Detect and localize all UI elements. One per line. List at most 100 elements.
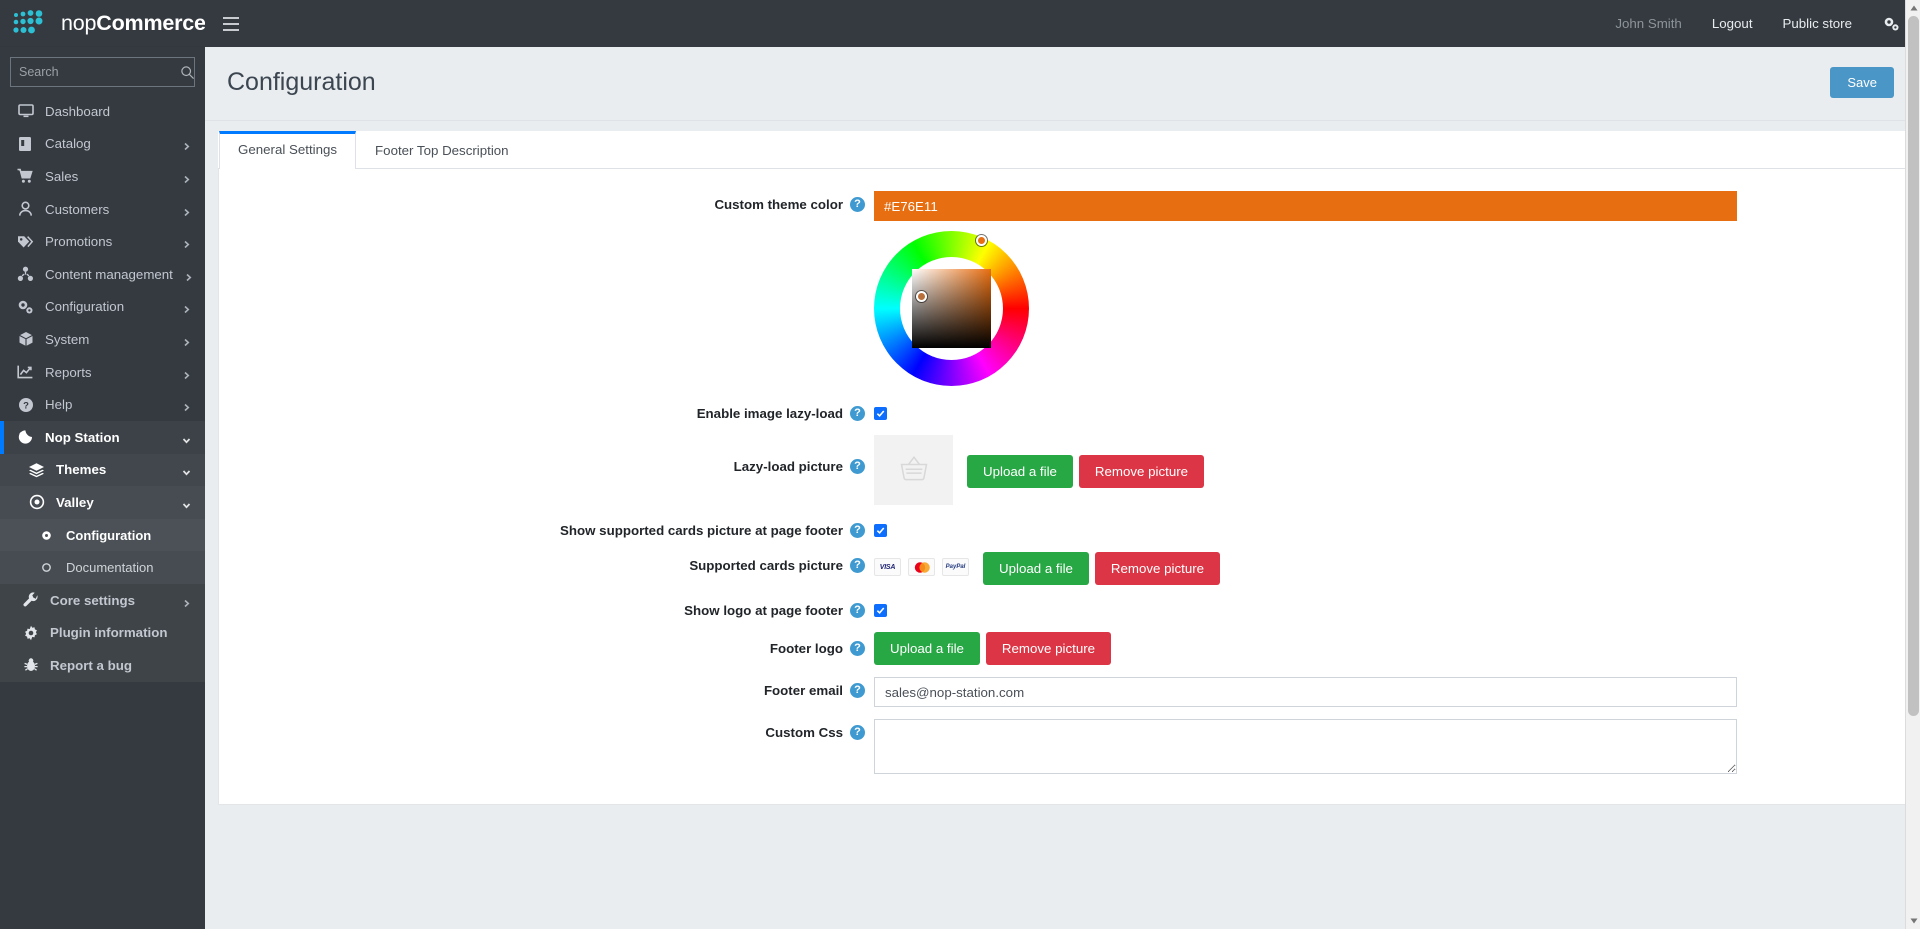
tab-footer-top-description[interactable]: Footer Top Description — [356, 131, 528, 168]
custom-css-textarea[interactable] — [874, 719, 1737, 774]
sidebar-item-valley-documentation[interactable]: Documentation — [0, 551, 205, 584]
saturation-value-square[interactable] — [912, 269, 991, 348]
page-title: Configuration — [227, 68, 376, 96]
theme-color-input[interactable]: #E76E11 — [874, 191, 1737, 221]
scrollbar-thumb[interactable] — [1908, 16, 1919, 716]
field-control: VISA PayPal Upload a file Remove picture — [874, 552, 1906, 585]
sidebar-item-help[interactable]: ? Help — [0, 388, 205, 421]
field-custom-theme-color: Custom theme color ? #E76E11 — [219, 191, 1906, 386]
sidebar-item-themes[interactable]: Themes — [0, 453, 205, 487]
chevron-right-icon — [182, 172, 191, 184]
show-supported-cards-checkbox[interactable] — [874, 524, 887, 537]
question-circle-icon[interactable]: ? — [850, 641, 865, 656]
label-text: Custom theme color — [714, 197, 843, 212]
hamburger-icon[interactable] — [223, 16, 239, 31]
sitemap-icon — [17, 266, 34, 283]
question-circle-icon[interactable]: ? — [850, 725, 865, 740]
field-control — [874, 517, 1906, 540]
footer-email-input[interactable] — [874, 677, 1737, 707]
search-icon[interactable] — [180, 65, 195, 80]
question-circle-icon[interactable]: ? — [850, 603, 865, 618]
color-picker[interactable] — [874, 231, 1029, 386]
sidebar-item-configuration[interactable]: Configuration — [0, 291, 205, 324]
brand-header[interactable]: nopCommerce — [0, 0, 205, 47]
sidebar-item-promotions[interactable]: Promotions — [0, 225, 205, 258]
user-icon — [17, 201, 34, 218]
sidebar-item-reports[interactable]: Reports — [0, 356, 205, 389]
circle-outline-icon — [38, 559, 55, 576]
user-name[interactable]: John Smith — [1615, 16, 1682, 31]
upload-a-file-button[interactable]: Upload a file — [983, 552, 1089, 585]
page-scrollbar[interactable] — [1905, 0, 1920, 929]
sidebar-item-customers[interactable]: Customers — [0, 193, 205, 226]
scroll-up-arrow[interactable] — [1906, 0, 1920, 16]
sidebar-item-dashboard[interactable]: Dashboard — [0, 95, 205, 128]
brand-name-light: nop — [61, 10, 97, 35]
question-circle-icon[interactable]: ? — [850, 683, 865, 698]
field-control: #E76E11 — [874, 191, 1906, 386]
chevron-right-icon — [182, 400, 191, 412]
upload-a-file-button[interactable]: Upload a file — [874, 632, 980, 665]
basket-placeholder-icon — [899, 455, 929, 486]
search-input[interactable] — [19, 65, 180, 79]
question-circle-icon[interactable]: ? — [850, 197, 865, 212]
saturation-value-marker[interactable] — [916, 291, 927, 302]
sidebar-item-core-settings[interactable]: Core settings — [0, 583, 205, 617]
sidebar-item-catalog[interactable]: Catalog — [0, 128, 205, 161]
upload-a-file-button[interactable]: Upload a file — [967, 455, 1073, 488]
sidebar-search — [0, 47, 205, 95]
enable-lazy-load-checkbox[interactable] — [874, 407, 887, 420]
nop-station-icon — [17, 429, 34, 446]
shopping-cart-icon — [17, 168, 34, 185]
tab-general-settings[interactable]: General Settings — [219, 131, 357, 169]
question-circle-icon[interactable]: ? — [850, 406, 865, 421]
wrench-icon — [22, 592, 39, 609]
label-text: Supported cards picture — [689, 558, 843, 573]
lazy-load-thumbnail[interactable] — [874, 435, 953, 505]
sidebar-item-content-management[interactable]: Content management — [0, 258, 205, 291]
page-header: Configuration Save — [205, 47, 1920, 121]
sidebar-item-sales[interactable]: Sales — [0, 160, 205, 193]
sidebar-item-plugin-information[interactable]: Plugin information — [0, 616, 205, 650]
sidebar-item-label: Sales — [45, 168, 79, 184]
chevron-right-icon — [182, 596, 191, 607]
logout-link[interactable]: Logout — [1712, 16, 1753, 31]
sidebar-item-system[interactable]: System — [0, 323, 205, 356]
sidebar: nopCommerce Dashboard — [0, 0, 205, 929]
question-circle-icon[interactable]: ? — [850, 459, 865, 474]
field-label: Footer email ? — [219, 677, 874, 698]
field-label: Supported cards picture ? — [219, 552, 874, 573]
layers-icon — [28, 461, 45, 478]
sidebar-item-valley[interactable]: Valley — [0, 486, 205, 519]
settings-card: Custom theme color ? #E76E11 Enable imag… — [218, 169, 1907, 805]
supported-cards-thumbnail[interactable]: VISA PayPal — [874, 552, 969, 576]
sidebar-item-label: Core settings — [50, 592, 135, 608]
remove-picture-button[interactable]: Remove picture — [985, 632, 1112, 665]
scroll-down-arrow[interactable] — [1906, 913, 1920, 929]
cogs-icon[interactable] — [1883, 16, 1900, 32]
sidebar-item-valley-configuration[interactable]: Configuration — [0, 518, 205, 552]
sidebar-item-label: Customers — [45, 201, 110, 217]
save-button[interactable]: Save — [1830, 67, 1894, 98]
sidebar-item-label: Nop Station — [45, 429, 120, 445]
field-control — [874, 719, 1906, 774]
remove-picture-button[interactable]: Remove picture — [1094, 552, 1221, 585]
remove-picture-button[interactable]: Remove picture — [1078, 455, 1205, 488]
svg-text:?: ? — [23, 400, 29, 411]
question-circle-icon[interactable]: ? — [850, 558, 865, 573]
brand-title: nopCommerce — [61, 11, 205, 36]
field-enable-image-lazy-load: Enable image lazy-load ? — [219, 400, 1906, 423]
question-circle-icon[interactable]: ? — [850, 523, 865, 538]
field-control: Upload a file Remove picture — [874, 435, 1906, 505]
mastercard-circles — [912, 561, 932, 574]
public-store-link[interactable]: Public store — [1783, 16, 1852, 31]
show-logo-footer-checkbox[interactable] — [874, 604, 887, 617]
sidebar-item-report-a-bug[interactable]: Report a bug — [0, 649, 205, 682]
field-label: Custom theme color ? — [219, 191, 874, 212]
sidebar-item-nop-station[interactable]: Nop Station — [0, 420, 205, 454]
search-box[interactable] — [10, 57, 195, 87]
hue-marker[interactable] — [976, 235, 987, 246]
label-text: Lazy-load picture — [733, 459, 843, 474]
gear-icon — [22, 624, 39, 641]
label-text: Show supported cards picture at page foo… — [560, 523, 843, 538]
